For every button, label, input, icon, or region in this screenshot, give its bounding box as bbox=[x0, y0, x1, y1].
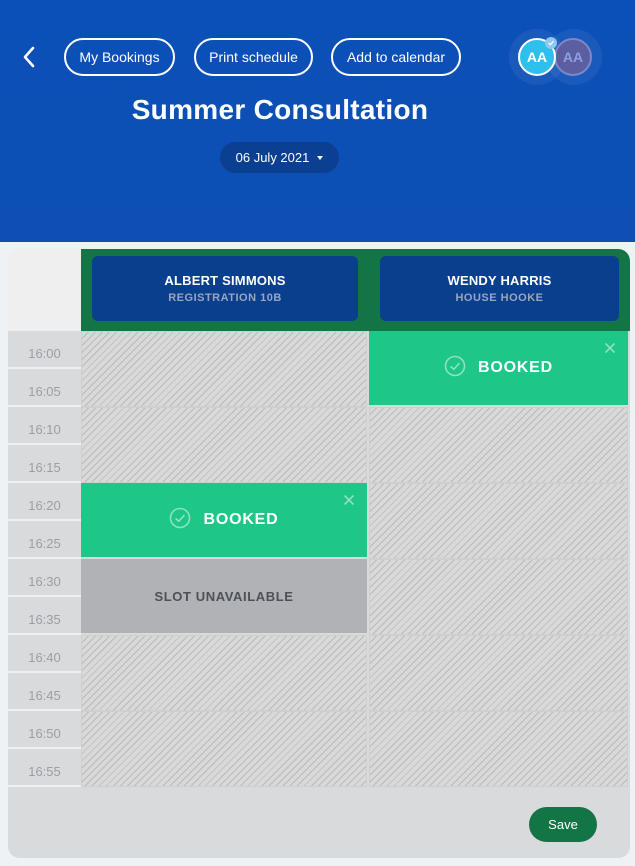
chevron-left-icon bbox=[23, 46, 35, 68]
my-bookings-button[interactable]: My Bookings bbox=[64, 38, 175, 76]
time-label: 16:20 bbox=[8, 483, 81, 521]
column-header-albert-simmons[interactable]: ALBERT SIMMONS REGISTRATION 10B bbox=[92, 256, 358, 321]
empty-slot bbox=[81, 711, 367, 787]
slot-grid: BOOKED SLOT UNAVAILABLE BOOKED bbox=[81, 331, 630, 787]
time-label: 16:35 bbox=[8, 597, 81, 635]
header: My Bookings Print schedule Add to calend… bbox=[0, 0, 635, 242]
time-label: 16:05 bbox=[8, 369, 81, 407]
unavailable-slot: SLOT UNAVAILABLE bbox=[81, 559, 367, 633]
column-header-wendy-harris[interactable]: WENDY HARRIS HOUSE HOOKE bbox=[380, 256, 619, 321]
empty-slot bbox=[369, 635, 628, 711]
schedule-panel: ALBERT SIMMONS REGISTRATION 10B WENDY HA… bbox=[8, 249, 630, 858]
time-label: 16:30 bbox=[8, 559, 81, 597]
footer: Save bbox=[8, 789, 630, 858]
time-column: 16:00 16:05 16:10 16:15 16:20 16:25 16:3… bbox=[8, 331, 81, 787]
caret-down-icon bbox=[317, 155, 324, 160]
avatar[interactable]: AA bbox=[554, 38, 592, 76]
page-title: Summer Consultation bbox=[131, 94, 429, 125]
time-label: 16:40 bbox=[8, 635, 81, 673]
empty-slot bbox=[81, 407, 367, 483]
date-selector[interactable]: 06 July 2021 bbox=[220, 142, 339, 173]
booked-slot[interactable]: BOOKED bbox=[81, 483, 367, 557]
close-icon[interactable] bbox=[604, 341, 616, 354]
empty-slot bbox=[81, 635, 367, 711]
empty-slot bbox=[81, 331, 367, 407]
time-label: 16:10 bbox=[8, 407, 81, 445]
time-label: 16:50 bbox=[8, 711, 81, 749]
column-name: ALBERT SIMMONS bbox=[164, 273, 286, 288]
time-label: 16:15 bbox=[8, 445, 81, 483]
check-badge-icon bbox=[545, 37, 557, 49]
date-value: 06 July 2021 bbox=[235, 150, 310, 165]
empty-slot bbox=[369, 483, 628, 559]
print-schedule-button[interactable]: Print schedule bbox=[194, 38, 313, 76]
check-circle-icon bbox=[444, 355, 466, 382]
column-subtitle: REGISTRATION 10B bbox=[168, 292, 282, 304]
close-icon[interactable] bbox=[343, 493, 355, 506]
empty-slot bbox=[369, 711, 628, 787]
corner-cell bbox=[8, 249, 81, 331]
time-label: 16:00 bbox=[8, 331, 81, 369]
add-to-calendar-button[interactable]: Add to calendar bbox=[331, 38, 461, 76]
booked-label: BOOKED bbox=[477, 359, 554, 376]
booked-slot[interactable]: BOOKED bbox=[369, 331, 628, 405]
column-name: WENDY HARRIS bbox=[447, 273, 552, 288]
empty-slot bbox=[369, 407, 628, 483]
column-subtitle: HOUSE HOOKE bbox=[455, 292, 544, 304]
column-headers: ALBERT SIMMONS REGISTRATION 10B WENDY HA… bbox=[81, 249, 630, 331]
empty-slot bbox=[369, 559, 628, 635]
back-button[interactable] bbox=[18, 42, 42, 72]
booked-label: BOOKED bbox=[203, 511, 279, 528]
avatar-group: AA AA bbox=[508, 28, 604, 86]
time-label: 16:55 bbox=[8, 749, 81, 787]
time-label: 16:45 bbox=[8, 673, 81, 711]
check-circle-icon bbox=[169, 507, 191, 534]
time-label: 16:25 bbox=[8, 521, 81, 559]
save-button[interactable]: Save bbox=[529, 807, 597, 842]
